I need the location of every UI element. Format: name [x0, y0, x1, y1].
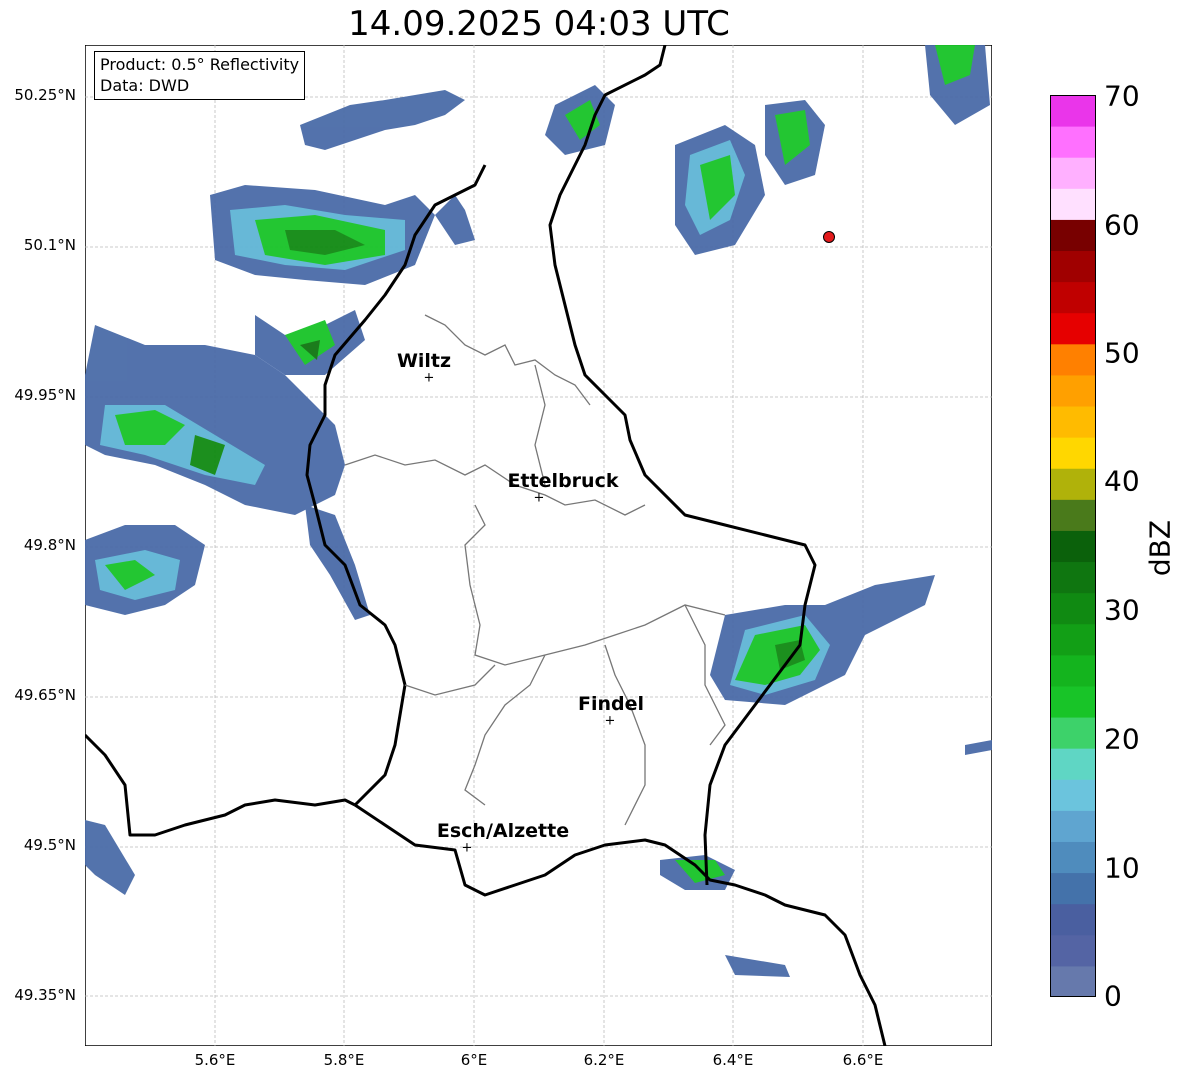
colorbar-tick-label: 40 — [1104, 464, 1140, 498]
colorbar-segment — [1050, 872, 1096, 905]
colorbar-segment — [1050, 841, 1096, 874]
city-label-wiltz: Wiltz — [396, 350, 452, 372]
colorbar-segment — [1050, 343, 1096, 376]
colorbar-segment — [1050, 717, 1096, 749]
colorbar-segment — [1050, 374, 1096, 407]
city-marker-icon: + — [604, 713, 616, 729]
colorbar-segment — [1050, 561, 1096, 594]
colorbar-tick-label: 60 — [1104, 208, 1140, 242]
lat-tick-label: 50.25°N — [14, 86, 76, 104]
lat-tick-label: 49.5°N — [23, 836, 76, 854]
colorbar-segment — [1050, 281, 1096, 314]
map-title: 14.09.2025 04:03 UTC — [348, 4, 730, 44]
colorbar-segment — [1050, 157, 1096, 189]
product-label: Product: 0.5° Reflectivity — [100, 55, 300, 74]
colorbar-tick-label: 50 — [1104, 336, 1140, 370]
colorbar-segment — [1050, 499, 1096, 531]
lat-tick-label: 49.35°N — [14, 986, 76, 1004]
colorbar-segment — [1050, 406, 1096, 438]
radar-map[interactable] — [85, 45, 992, 1046]
lon-tick-label: 5.6°E — [194, 1051, 236, 1069]
lat-tick-label: 49.65°N — [14, 686, 76, 704]
lon-tick-label: 6.4°E — [712, 1051, 754, 1069]
city-marker-icon: + — [533, 490, 545, 506]
colorbar-segment — [1050, 312, 1096, 345]
colorbar-tick-label: 20 — [1104, 722, 1140, 756]
colorbar-segment — [1050, 530, 1096, 563]
lon-tick-label: 6.6°E — [842, 1051, 884, 1069]
colorbar — [1050, 95, 1096, 998]
lat-tick-label: 50.1°N — [23, 236, 76, 254]
lat-tick-label: 49.8°N — [23, 536, 76, 554]
city-marker-icon: + — [461, 840, 473, 856]
city-marker-icon: + — [423, 370, 435, 386]
colorbar-segment — [1050, 188, 1096, 220]
data-source-label: Data: DWD — [100, 76, 190, 95]
lon-tick-label: 6°E — [460, 1051, 488, 1069]
colorbar-segment — [1050, 685, 1096, 718]
colorbar-segment — [1050, 250, 1096, 283]
lon-tick-label: 6.2°E — [583, 1051, 625, 1069]
colorbar-segment — [1050, 903, 1096, 936]
colorbar-scale — [1050, 95, 1096, 998]
city-label-esch-alzette: Esch/Alzette — [436, 820, 570, 842]
colorbar-tick-label: 10 — [1104, 851, 1140, 885]
colorbar-tick-label: 30 — [1104, 593, 1140, 627]
colorbar-segment — [1050, 654, 1096, 687]
colorbar-segment — [1050, 779, 1096, 811]
colorbar-segment — [1050, 934, 1096, 967]
lon-tick-label: 5.8°E — [323, 1051, 365, 1069]
colorbar-segment — [1050, 437, 1096, 469]
product-info-box: Product: 0.5° Reflectivity Data: DWD — [94, 51, 306, 100]
colorbar-segment — [1050, 623, 1096, 656]
colorbar-segment — [1050, 965, 1096, 998]
colorbar-tick-label: 70 — [1104, 79, 1140, 113]
colorbar-segment — [1050, 748, 1096, 780]
colorbar-tick-label: 0 — [1104, 979, 1122, 1013]
colorbar-label: dBZ — [1143, 519, 1177, 577]
radar-map-canvas — [85, 45, 992, 1046]
colorbar-segment — [1050, 810, 1096, 842]
colorbar-segment — [1050, 95, 1096, 127]
radar-site-marker — [823, 231, 835, 243]
colorbar-segment — [1050, 468, 1096, 500]
city-label-findel: Findel — [577, 693, 645, 715]
lat-tick-label: 49.95°N — [14, 386, 76, 404]
colorbar-segment — [1050, 126, 1096, 158]
colorbar-segment — [1050, 592, 1096, 625]
city-label-ettelbruck: Ettelbruck — [507, 470, 619, 492]
colorbar-segment — [1050, 219, 1096, 252]
